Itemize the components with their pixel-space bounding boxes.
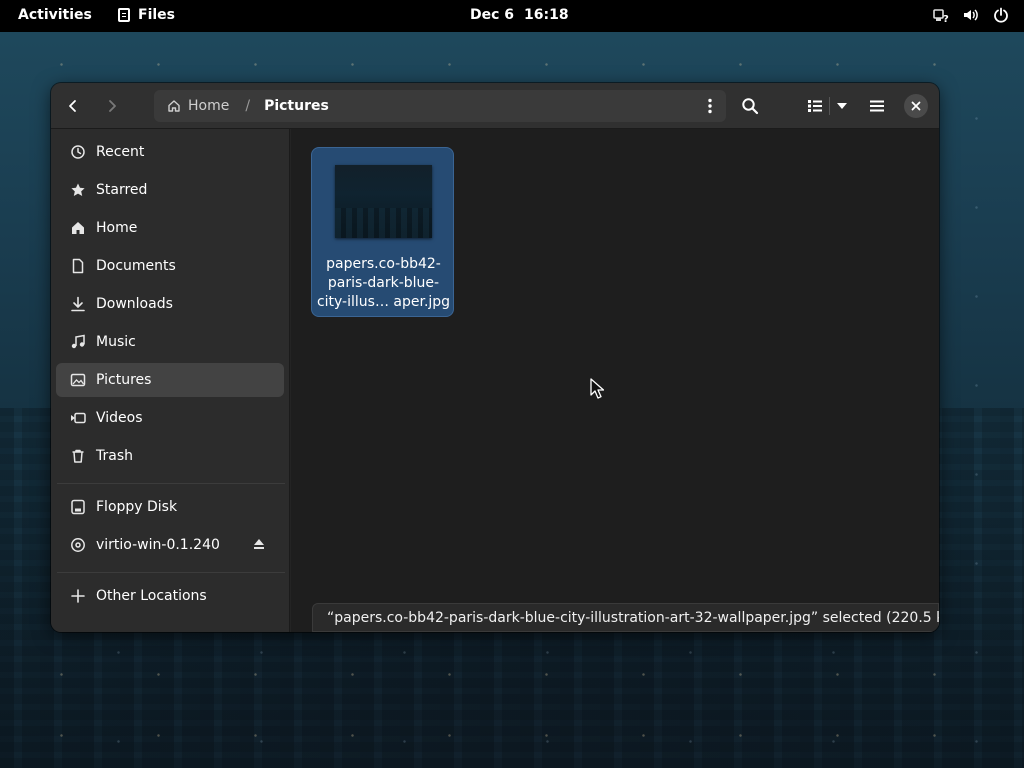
file-view[interactable]: papers.co-bb42- paris-dark-blue- city-il… — [291, 129, 939, 632]
search-button[interactable] — [734, 90, 766, 122]
plus-icon — [70, 588, 86, 604]
path-menu-button[interactable] — [694, 90, 726, 122]
mouse-pointer-icon — [590, 378, 604, 399]
sidebar-item-label: Videos — [96, 410, 143, 426]
caret-down-icon — [836, 103, 847, 109]
view-options-button[interactable] — [798, 90, 856, 122]
chevron-right-icon — [109, 100, 116, 112]
sidebar-item-label: Music — [96, 334, 136, 350]
files-window: Home / Pictures Recent Starred Home Docu… — [51, 83, 939, 632]
sidebar-item-home[interactable]: Home — [56, 211, 284, 245]
sidebar-item-trash[interactable]: Trash — [56, 439, 284, 473]
kebab-menu-icon — [708, 98, 712, 114]
selection-status: “papers.co-bb42-paris-dark-blue-city-ill… — [312, 603, 939, 632]
sidebar-item-videos[interactable]: Videos — [56, 401, 284, 435]
star-icon — [70, 182, 86, 198]
sidebar: Recent Starred Home Documents Downloads … — [51, 129, 290, 632]
main-menu-button[interactable] — [861, 90, 893, 122]
trash-icon — [70, 448, 86, 464]
sidebar-item-label: virtio-win-0.1.240 — [96, 537, 220, 553]
activities-button[interactable]: Activities — [18, 7, 92, 23]
svg-text:?: ? — [943, 14, 949, 23]
clock-button[interactable]: Dec 6 16:18 — [470, 7, 569, 23]
video-icon — [70, 410, 86, 426]
volume-icon — [962, 6, 980, 24]
sidebar-item-floppy-disk[interactable]: Floppy Disk — [56, 490, 284, 524]
top-bar: Activities Files Dec 6 16:18 ? — [0, 0, 1024, 32]
home-icon — [70, 220, 86, 236]
path-bar: Home / Pictures — [154, 90, 726, 122]
eject-button[interactable] — [252, 537, 268, 553]
breadcrumb-separator: / — [245, 98, 251, 114]
sidebar-item-label: Home — [96, 220, 138, 236]
chevron-left-icon — [69, 100, 76, 112]
sidebar-item-starred[interactable]: Starred — [56, 173, 284, 207]
app-name: Files — [138, 7, 175, 23]
back-button[interactable] — [57, 90, 89, 122]
file-item[interactable]: papers.co-bb42- paris-dark-blue- city-il… — [311, 147, 454, 317]
header-bar: Home / Pictures — [51, 83, 939, 129]
file-name-line: city-illus… aper.jpg — [316, 294, 451, 310]
sidebar-item-label: Downloads — [96, 296, 173, 312]
file-thumbnail — [335, 165, 432, 238]
clock-icon — [70, 144, 86, 160]
sidebar-item-other-locations[interactable]: Other Locations — [56, 579, 284, 613]
sidebar-item-recent[interactable]: Recent — [56, 135, 284, 169]
picture-icon — [70, 372, 86, 388]
sidebar-item-label: Floppy Disk — [96, 499, 178, 515]
sidebar-item-label: Recent — [96, 144, 145, 160]
breadcrumb-current[interactable]: Pictures — [264, 98, 329, 114]
view-button-divider — [828, 97, 830, 115]
system-status-area[interactable]: ? — [932, 6, 1010, 24]
disc-icon — [70, 537, 86, 553]
close-icon — [911, 101, 921, 111]
eject-icon — [254, 539, 264, 549]
close-button-bg — [904, 94, 928, 118]
sidebar-divider — [57, 483, 285, 484]
sidebar-item-label: Other Locations — [96, 588, 207, 604]
breadcrumb-home[interactable]: Home — [154, 98, 229, 114]
drive-icon — [70, 499, 86, 515]
hamburger-icon — [870, 100, 884, 112]
power-icon — [992, 6, 1010, 24]
file-name: papers.co-bb42- paris-dark-blue- city-il… — [316, 255, 451, 312]
music-icon — [70, 334, 86, 350]
close-window-button[interactable] — [902, 92, 930, 120]
forward-button[interactable] — [96, 90, 128, 122]
sidebar-item-label: Starred — [96, 182, 148, 198]
sidebar-item-pictures[interactable]: Pictures — [56, 363, 284, 397]
network-question-icon: ? — [932, 6, 950, 24]
breadcrumb-home-label: Home — [188, 98, 230, 114]
list-view-icon — [807, 100, 822, 112]
time-label: 16:18 — [524, 7, 569, 23]
file-name-line: papers.co-bb42- — [326, 256, 441, 272]
search-icon — [742, 98, 759, 115]
sidebar-divider — [57, 572, 285, 573]
home-icon — [168, 100, 180, 112]
sidebar-item-label: Pictures — [96, 372, 152, 388]
sidebar-item-label: Trash — [96, 448, 133, 464]
sidebar-item-downloads[interactable]: Downloads — [56, 287, 284, 321]
sidebar-item-label: Documents — [96, 258, 176, 274]
sidebar-item-documents[interactable]: Documents — [56, 249, 284, 283]
date-label: Dec 6 — [470, 7, 515, 23]
document-icon — [70, 258, 86, 274]
sidebar-item-music[interactable]: Music — [56, 325, 284, 359]
file-name-line: paris-dark-blue- — [327, 275, 440, 291]
download-icon — [70, 296, 86, 312]
files-app-icon — [118, 8, 130, 22]
sidebar-item-virtio-win[interactable]: virtio-win-0.1.240 — [56, 528, 284, 562]
app-menu-button[interactable]: Files — [118, 7, 175, 23]
